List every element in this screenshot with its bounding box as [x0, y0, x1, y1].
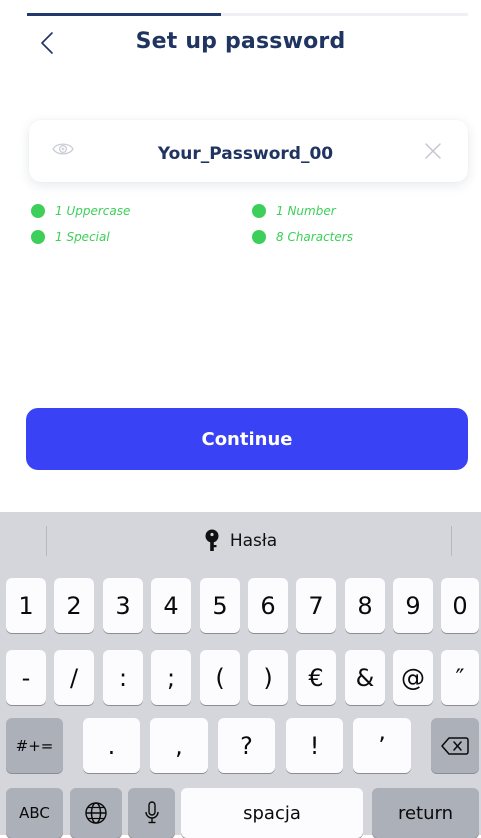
- key-question[interactable]: ?: [218, 718, 275, 773]
- key-8[interactable]: 8: [345, 578, 385, 633]
- key-comma[interactable]: ,: [150, 718, 208, 773]
- key-exclamation[interactable]: !: [286, 718, 343, 773]
- key-abc[interactable]: ABC: [6, 788, 63, 838]
- key-0[interactable]: 0: [441, 578, 479, 633]
- key-open-paren[interactable]: (: [200, 650, 240, 705]
- key-colon[interactable]: :: [103, 650, 143, 705]
- key-2[interactable]: 2: [54, 578, 94, 633]
- key-7[interactable]: 7: [296, 578, 336, 633]
- key-icon: [205, 529, 219, 551]
- key-euro[interactable]: €: [296, 650, 336, 705]
- progress-bar: [27, 13, 468, 16]
- key-4[interactable]: 4: [151, 578, 191, 633]
- key-close-paren[interactable]: ): [248, 650, 288, 705]
- check-dot-icon: [31, 230, 45, 244]
- globe-key[interactable]: [70, 788, 122, 838]
- return-key[interactable]: return: [372, 788, 479, 838]
- requirement-label: 1 Number: [276, 204, 336, 218]
- key-quote[interactable]: ″: [441, 650, 479, 705]
- eye-icon[interactable]: [52, 141, 74, 157]
- space-key[interactable]: spacja: [181, 788, 363, 838]
- microphone-key[interactable]: [128, 788, 175, 838]
- backspace-key[interactable]: [431, 718, 479, 773]
- requirement-label: 1 Special: [55, 230, 110, 244]
- suggestion-label: Hasła: [229, 531, 278, 551]
- progress-bar-fill: [27, 13, 222, 16]
- globe-icon: [85, 802, 107, 824]
- requirement-label: 8 Characters: [276, 230, 353, 244]
- microphone-icon: [144, 801, 159, 824]
- key-apostrophe[interactable]: ’: [353, 718, 411, 773]
- key-1[interactable]: 1: [6, 578, 46, 633]
- requirement-length: 8 Characters: [252, 230, 353, 244]
- key-ampersand[interactable]: &: [345, 650, 385, 705]
- password-input[interactable]: [100, 144, 391, 164]
- password-suggestion[interactable]: Hasła: [0, 529, 481, 553]
- key-symbols-shift[interactable]: #+=: [6, 718, 63, 773]
- backspace-icon: [441, 736, 469, 755]
- key-period[interactable]: .: [83, 718, 140, 773]
- key-9[interactable]: 9: [393, 578, 433, 633]
- requirement-label: 1 Uppercase: [55, 204, 131, 218]
- check-dot-icon: [252, 204, 266, 218]
- check-dot-icon: [31, 204, 45, 218]
- key-hyphen[interactable]: -: [6, 650, 46, 705]
- page-title: Set up password: [135, 29, 346, 54]
- continue-button[interactable]: Continue: [26, 408, 468, 470]
- requirement-number: 1 Number: [252, 204, 336, 218]
- key-5[interactable]: 5: [200, 578, 240, 633]
- key-at[interactable]: @: [393, 650, 433, 705]
- check-dot-icon: [252, 230, 266, 244]
- key-3[interactable]: 3: [103, 578, 143, 633]
- requirement-special: 1 Special: [31, 230, 110, 244]
- key-slash[interactable]: /: [54, 650, 94, 705]
- close-icon[interactable]: [421, 139, 445, 163]
- requirement-uppercase: 1 Uppercase: [31, 204, 130, 218]
- key-semicolon[interactable]: ;: [151, 650, 191, 705]
- key-6[interactable]: 6: [248, 578, 288, 633]
- on-screen-keyboard: Hasła 1 2 3 4 5 6 7 8 9 0 - / : ; ( ) € …: [0, 512, 481, 838]
